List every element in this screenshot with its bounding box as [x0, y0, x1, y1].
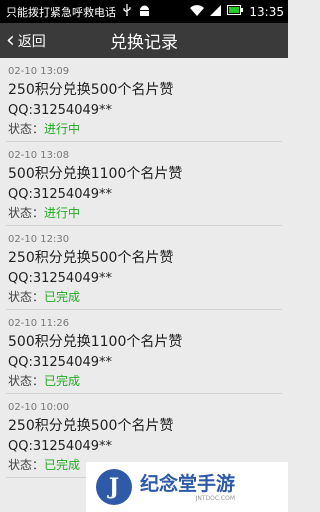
watermark-logo-icon: J — [96, 469, 132, 505]
record-status: 状态：已完成 — [8, 372, 280, 390]
record-time: 02-10 10:00 — [8, 402, 70, 413]
record-qq: QQ:31254049** — [8, 103, 113, 118]
status-value: 已完成 — [44, 374, 81, 388]
clock-text: 13:35 — [249, 4, 284, 19]
status-label: 状态： — [8, 458, 45, 472]
battery-icon — [227, 5, 244, 18]
back-button[interactable]: ‹ 返回 — [0, 23, 46, 58]
status-value: 进行中 — [44, 122, 81, 136]
list-item[interactable]: 02-10 11:26 500积分兑换1100个名片赞 QQ:31254049*… — [6, 310, 282, 394]
status-label: 状态： — [8, 374, 45, 388]
record-title: 250积分兑换500个名片赞 — [8, 418, 174, 434]
wifi-icon — [190, 4, 205, 19]
record-time: 02-10 12:30 — [8, 234, 70, 245]
watermark-domain: JNTDOC.COM — [195, 494, 236, 502]
record-list: 02-10 13:09 250积分兑换500个名片赞 QQ:31254049**… — [0, 58, 288, 478]
back-label: 返回 — [17, 33, 46, 50]
usb-icon — [122, 4, 132, 19]
android-debug-icon — [139, 5, 150, 19]
status-value: 已完成 — [44, 458, 81, 472]
record-title: 250积分兑换500个名片赞 — [8, 250, 174, 266]
record-title: 500积分兑换1100个名片赞 — [8, 166, 183, 182]
status-label: 状态： — [8, 290, 45, 304]
record-time: 02-10 11:26 — [8, 318, 70, 329]
watermark-name: 纪念堂手游 — [140, 472, 236, 495]
status-value: 已完成 — [44, 290, 81, 304]
record-qq: QQ:31254049** — [8, 271, 113, 286]
record-qq: QQ:31254049** — [8, 355, 113, 370]
record-status: 状态：进行中 — [8, 120, 280, 138]
record-status: 状态：进行中 — [8, 204, 280, 222]
list-item[interactable]: 02-10 13:09 250积分兑换500个名片赞 QQ:31254049**… — [6, 58, 282, 142]
signal-icon — [210, 4, 222, 19]
status-label: 状态： — [8, 122, 45, 136]
chevron-left-icon: ‹ — [6, 27, 15, 53]
record-qq: QQ:31254049** — [8, 187, 113, 202]
record-status: 状态：已完成 — [8, 288, 280, 306]
status-label: 状态： — [8, 206, 45, 220]
carrier-text: 只能拨打紧急呼救电话 — [6, 5, 116, 19]
list-item[interactable]: 02-10 13:08 500积分兑换1100个名片赞 QQ:31254049*… — [6, 142, 282, 226]
record-title: 500积分兑换1100个名片赞 — [8, 334, 183, 350]
record-time: 02-10 13:08 — [8, 150, 70, 161]
status-bar: 只能拨打紧急呼救电话 13:35 — [0, 0, 288, 23]
status-value: 进行中 — [44, 206, 81, 220]
list-item[interactable]: 02-10 12:30 250积分兑换500个名片赞 QQ:31254049**… — [6, 226, 282, 310]
record-time: 02-10 13:09 — [8, 66, 70, 77]
record-title: 250积分兑换500个名片赞 — [8, 82, 174, 98]
record-qq: QQ:31254049** — [8, 439, 113, 454]
nav-bar: ‹ 返回 兑换记录 — [0, 23, 288, 58]
site-watermark: J 纪念堂手游 JNTDOC.COM — [86, 462, 288, 512]
